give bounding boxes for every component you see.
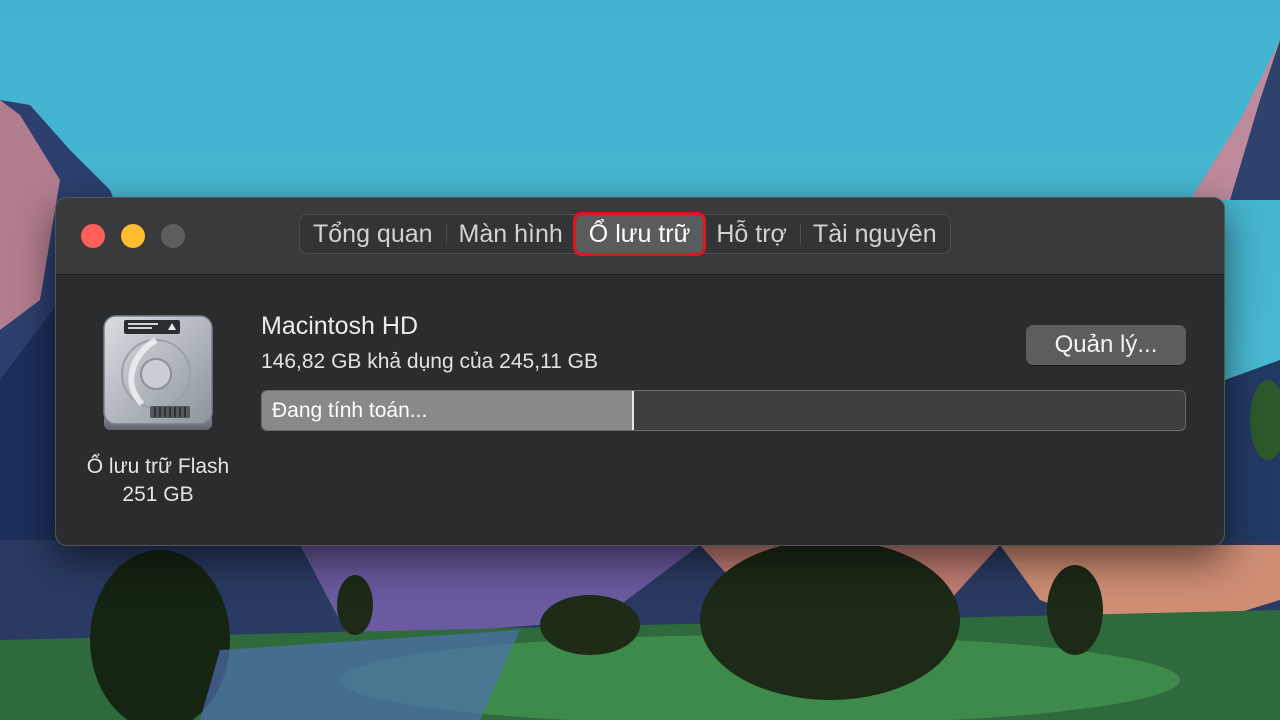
tab-support[interactable]: Hỗ trợ [703,215,800,253]
tab-overview[interactable]: Tổng quan [300,215,446,253]
tab-resources[interactable]: Tài nguyên [799,215,950,253]
volume-availability: 146,82 GB khả dụng của 245,11 GB [261,350,599,373]
tab-bar: Tổng quan Màn hình Ổ lưu trữ Hỗ trợ Tài … [299,212,951,256]
manage-button[interactable]: Quản lý... [1026,325,1186,365]
minimize-window-button[interactable] [121,224,145,248]
about-this-mac-window: Tổng quan Màn hình Ổ lưu trữ Hỗ trợ Tài … [55,197,1225,546]
volume-name: Macintosh HD [261,312,418,340]
zoom-window-button[interactable] [161,224,185,248]
title-bar: Tổng quan Màn hình Ổ lưu trữ Hỗ trợ Tài … [56,198,1224,275]
disk-type-label: Ổ lưu trữ Flash [86,455,230,478]
tab-storage[interactable]: Ổ lưu trữ [572,212,707,256]
close-window-button[interactable] [81,224,105,248]
storage-usage-bar: Đang tính toán... [261,390,1186,431]
disk-capacity-label: 251 GB [122,483,194,506]
tab-displays[interactable]: Màn hình [445,215,576,253]
storage-bar-label: Đang tính toán... [272,398,428,422]
hard-drive-icon [103,315,213,430]
disk-caption: Ổ lưu trữ Flash 251 GB [56,453,260,509]
